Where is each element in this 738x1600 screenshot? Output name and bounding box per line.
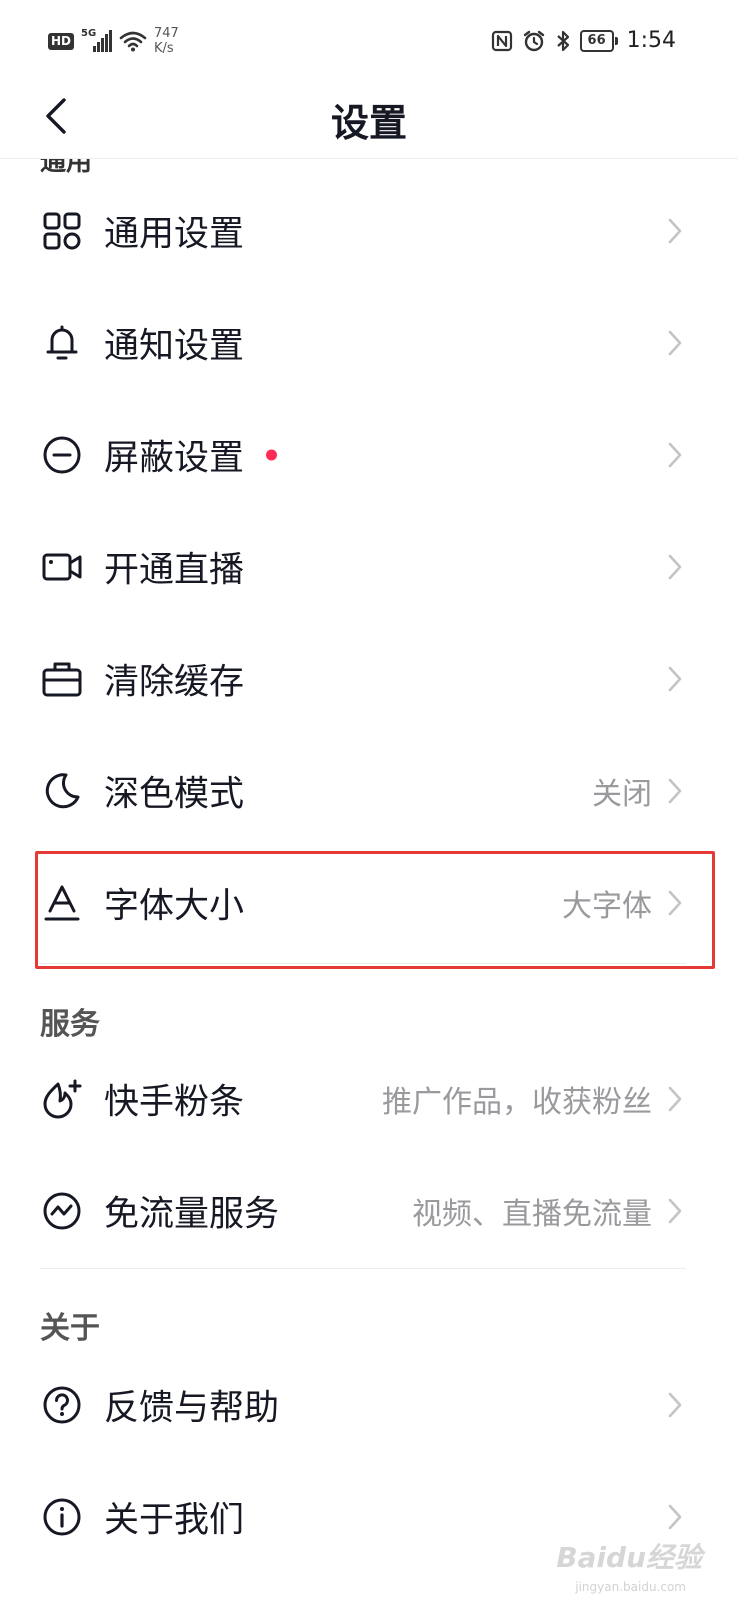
network-speed: 747 K/s bbox=[154, 26, 179, 56]
hd-badge: HD bbox=[48, 32, 75, 50]
row-label: 关于我们 bbox=[104, 1500, 245, 1541]
settings-list[interactable]: 通用 通用设置 通知设置 屏蔽设置 开通直播 清除缓存 深色模式 关闭 字体大小… bbox=[0, 159, 738, 1600]
dark-mode-row[interactable]: 深色模式 关闭 bbox=[0, 735, 738, 847]
row-value: 视频、直播免流量 bbox=[412, 1197, 652, 1232]
flame-plus-icon bbox=[40, 1077, 84, 1121]
row-label: 免流量服务 bbox=[104, 1194, 280, 1235]
divider bbox=[40, 963, 686, 964]
chevron-right-icon bbox=[664, 1390, 686, 1420]
battery-icon: 66 bbox=[579, 29, 618, 52]
video-camera-icon bbox=[40, 545, 84, 589]
row-label: 通用设置 bbox=[104, 214, 245, 255]
chevron-right-icon bbox=[664, 440, 686, 470]
wifi-icon bbox=[119, 31, 147, 52]
network-type: 5G bbox=[81, 28, 97, 39]
block-settings-row[interactable]: 屏蔽设置 bbox=[0, 399, 738, 511]
status-bar: HD 5G 747 K/s 66 1:54 bbox=[0, 0, 738, 82]
status-left: HD 5G 747 K/s bbox=[48, 26, 179, 56]
watermark-url: jingyan.baidu.com bbox=[575, 1580, 686, 1594]
row-label: 反馈与帮助 bbox=[104, 1388, 280, 1429]
feedback-help-row[interactable]: 反馈与帮助 bbox=[0, 1349, 738, 1461]
row-label: 通知设置 bbox=[104, 326, 245, 367]
chevron-right-icon bbox=[664, 552, 686, 582]
section-header-about: 关于 bbox=[40, 1311, 100, 1346]
highlight-annotation-box bbox=[35, 851, 715, 969]
notification-settings-row[interactable]: 通知设置 bbox=[0, 287, 738, 399]
clock-time: 1:54 bbox=[626, 28, 676, 53]
row-label: 深色模式 bbox=[104, 774, 245, 815]
free-data-row[interactable]: 免流量服务 视频、直播免流量 bbox=[0, 1155, 738, 1267]
chevron-right-icon bbox=[664, 664, 686, 694]
wave-circle-icon bbox=[40, 1189, 84, 1233]
moon-icon bbox=[40, 769, 84, 813]
alarm-icon bbox=[523, 30, 544, 51]
status-right: 66 1:54 bbox=[491, 28, 676, 53]
watermark-logo: Baidu经验 bbox=[556, 1541, 702, 1574]
open-live-row[interactable]: 开通直播 bbox=[0, 511, 738, 623]
grid-icon bbox=[40, 209, 84, 253]
row-value: 推广作品，收获粉丝 bbox=[382, 1085, 652, 1120]
divider bbox=[40, 1268, 686, 1269]
signal-icon: 5G bbox=[81, 28, 113, 52]
row-label: 快手粉条 bbox=[104, 1082, 245, 1123]
chevron-right-icon bbox=[664, 776, 686, 806]
chevron-right-icon bbox=[664, 1502, 686, 1532]
page-title: 设置 bbox=[330, 101, 407, 145]
general-settings-row[interactable]: 通用设置 bbox=[0, 175, 738, 287]
kuaishou-fans-row[interactable]: 快手粉条 推广作品，收获粉丝 bbox=[0, 1043, 738, 1155]
title-bar: 设置 bbox=[0, 82, 738, 159]
row-label: 屏蔽设置 bbox=[104, 438, 245, 479]
info-circle-icon bbox=[40, 1495, 84, 1539]
minus-circle-icon bbox=[40, 433, 84, 477]
briefcase-icon bbox=[40, 657, 84, 701]
clear-cache-row[interactable]: 清除缓存 bbox=[0, 623, 738, 735]
row-value: 关闭 bbox=[592, 777, 652, 812]
bluetooth-icon bbox=[556, 30, 569, 51]
chevron-right-icon bbox=[664, 328, 686, 358]
chevron-right-icon bbox=[664, 1196, 686, 1226]
nfc-icon bbox=[491, 30, 512, 51]
section-header-service: 服务 bbox=[40, 1007, 100, 1042]
chevron-right-icon bbox=[664, 216, 686, 246]
bell-icon bbox=[40, 321, 84, 365]
new-badge-dot bbox=[266, 449, 277, 461]
chevron-right-icon bbox=[664, 1084, 686, 1114]
row-label: 清除缓存 bbox=[104, 662, 245, 703]
question-circle-icon bbox=[40, 1383, 84, 1427]
row-label: 开通直播 bbox=[104, 550, 245, 591]
